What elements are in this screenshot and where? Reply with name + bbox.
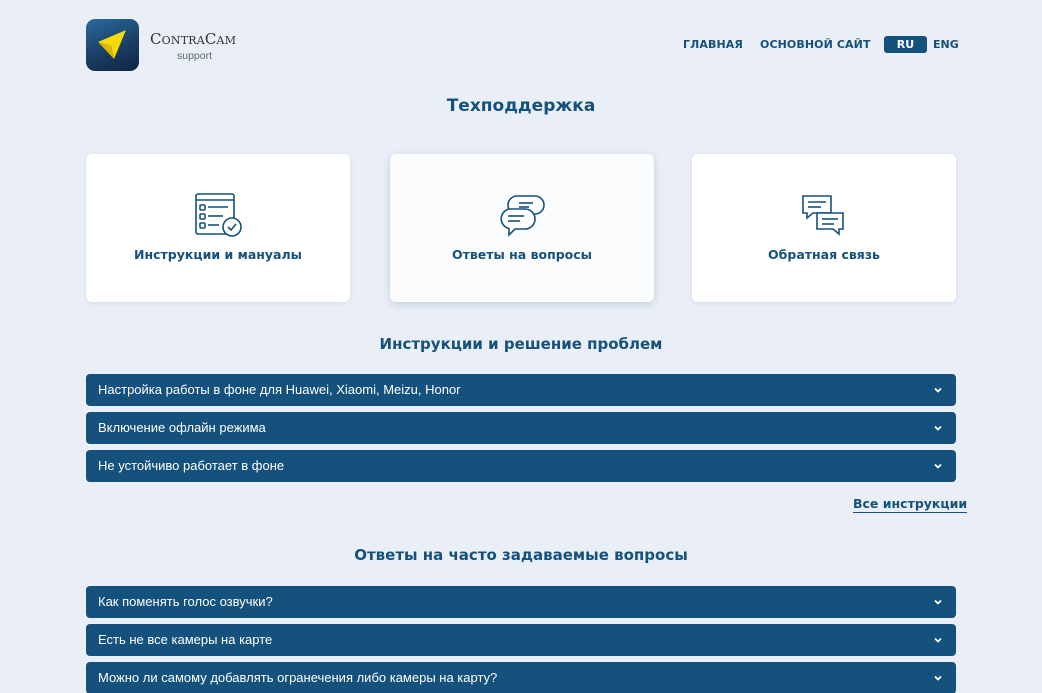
instruction-item-label: Включение офлайн режима: [98, 420, 266, 435]
logo-icon[interactable]: [86, 19, 139, 71]
chat-bubbles-icon: [497, 192, 547, 240]
nav-main-site-link[interactable]: ОСНОВНОЙ САЙТ: [760, 38, 871, 51]
header: ContraCam support ГЛАВНАЯ ОСНОВНОЙ САЙТ …: [86, 18, 959, 72]
feedback-icon: [799, 192, 849, 240]
nav-home-link[interactable]: ГЛАВНАЯ: [683, 38, 743, 51]
chevron-down-icon: [934, 387, 942, 393]
logo-title[interactable]: ContraCam: [150, 30, 236, 48]
card-instructions[interactable]: Инструкции и мануалы: [86, 154, 350, 302]
chevron-down-icon: [934, 637, 942, 643]
logo-subtitle: support: [177, 50, 213, 62]
card-feedback[interactable]: Обратная связь: [692, 154, 956, 302]
checklist-icon: [193, 192, 243, 240]
faq-item-label: Есть не все камеры на карте: [98, 632, 273, 647]
instruction-item-label: Настройка работы в фоне для Huawei, Xiao…: [98, 382, 461, 397]
chevron-down-icon: [934, 675, 942, 681]
faq-item[interactable]: Можно ли самому добавлять огранечения ли…: [86, 662, 956, 693]
page-title: Техподдержка: [446, 96, 596, 116]
lang-ru-button[interactable]: RU: [884, 36, 927, 53]
all-instructions-link[interactable]: Все инструкции: [853, 496, 968, 513]
chevron-down-icon: [934, 425, 942, 431]
instruction-item[interactable]: Не устойчиво работает в фоне: [86, 450, 956, 482]
card-instructions-label: Инструкции и мануалы: [134, 247, 302, 262]
faq-item-label: Можно ли самому добавлять огранечения ли…: [98, 670, 498, 685]
faq-item[interactable]: Как поменять голос озвучки?: [86, 586, 956, 618]
instructions-title: Инструкции и решение проблем: [379, 335, 663, 353]
faq-title: Ответы на часто задаваемые вопросы: [354, 546, 688, 564]
instruction-item-label: Не устойчиво работает в фоне: [98, 458, 285, 473]
instruction-item[interactable]: Включение офлайн режима: [86, 412, 956, 444]
chevron-down-icon: [934, 463, 942, 469]
card-faq[interactable]: Ответы на вопросы: [390, 154, 654, 302]
faq-item-label: Как поменять голос озвучки?: [98, 594, 273, 609]
instruction-item[interactable]: Настройка работы в фоне для Huawei, Xiao…: [86, 374, 956, 406]
lang-eng-button[interactable]: ENG: [933, 38, 959, 51]
chevron-down-icon: [934, 599, 942, 605]
faq-item[interactable]: Есть не все камеры на карте: [86, 624, 956, 656]
card-faq-label: Ответы на вопросы: [452, 247, 592, 262]
card-feedback-label: Обратная связь: [768, 247, 880, 262]
